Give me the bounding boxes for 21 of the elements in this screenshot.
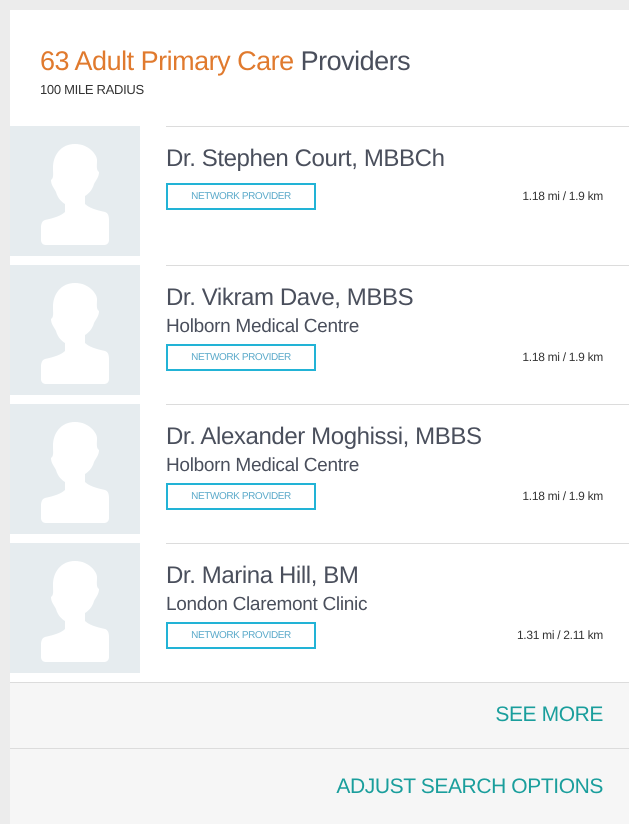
distance-label: 1.18 mi / 1.9 km xyxy=(522,188,603,205)
results-title: 63 Adult Primary Care Providers xyxy=(40,45,412,78)
network-provider-badge: NETWORK PROVIDER xyxy=(166,344,316,370)
distance-label: 1.31 mi / 2.11 km xyxy=(516,627,603,644)
person-silhouette-icon xyxy=(40,142,110,246)
provider-name[interactable]: Dr. Alexander Moghissi, MBBS xyxy=(166,420,603,452)
person-silhouette-icon xyxy=(40,558,110,662)
practice-name: Holborn Medical Centre xyxy=(166,454,360,478)
practice-name: London Claremont Clinic xyxy=(166,592,368,616)
provider-name[interactable]: Dr. Stephen Court, MBBCh xyxy=(166,142,603,174)
provider-name[interactable]: Dr. Marina Hill, BM xyxy=(166,560,603,592)
provider-name[interactable]: Dr. Vikram Dave, MBBS xyxy=(166,282,603,314)
person-silhouette-icon xyxy=(40,280,110,384)
distance-label: 1.18 mi / 1.9 km xyxy=(522,349,603,366)
network-provider-badge: NETWORK PROVIDER xyxy=(166,482,316,510)
network-provider-badge: NETWORK PROVIDER xyxy=(166,622,316,648)
practice-name: Holborn Medical Centre xyxy=(166,314,360,338)
radius-label: 100 MILE RADIUS xyxy=(40,81,145,99)
network-provider-badge: NETWORK PROVIDER xyxy=(166,182,316,210)
distance-label: 1.18 mi / 1.9 km xyxy=(522,488,603,505)
person-silhouette-icon xyxy=(40,420,110,524)
